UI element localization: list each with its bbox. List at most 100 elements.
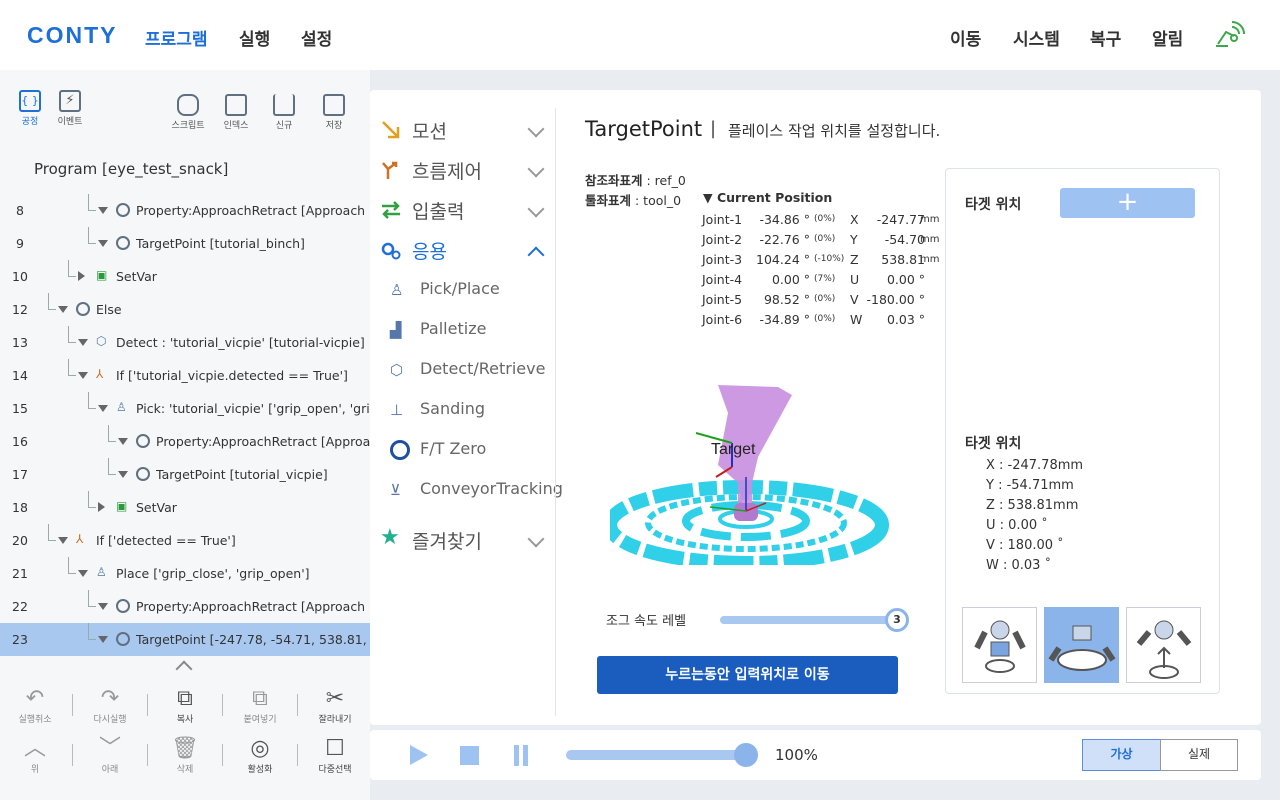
nav-settings[interactable]: 설정 bbox=[301, 25, 332, 50]
gripper-thumb-release[interactable] bbox=[1126, 607, 1201, 683]
row-label: TargetPoint [tutorial_vicpie] bbox=[156, 467, 328, 482]
category-app[interactable]: 응용 bbox=[380, 237, 550, 267]
program-row[interactable]: 23 TargetPoint [-247.78, -54.71, 538.81, … bbox=[0, 623, 370, 656]
palletize-icon: ▟ bbox=[390, 321, 402, 339]
joint-percent: (0%) bbox=[814, 214, 836, 224]
redo-button[interactable]: ↷ 다시실행 bbox=[80, 686, 140, 725]
expand-down-icon[interactable] bbox=[98, 603, 108, 610]
toggle-active-button[interactable]: ◎ 활성화 bbox=[230, 736, 290, 775]
speed-slider[interactable] bbox=[566, 750, 746, 760]
tree-line bbox=[68, 342, 76, 343]
expand-down-icon[interactable] bbox=[118, 471, 128, 478]
expand-down-icon[interactable] bbox=[98, 636, 108, 643]
current-position-toggle[interactable]: ▼ Current Position bbox=[703, 190, 832, 205]
cartesian-value: -54.70 bbox=[884, 232, 925, 247]
expand-down-icon[interactable] bbox=[78, 570, 88, 577]
stop-icon[interactable] bbox=[460, 746, 479, 765]
expand-right-icon[interactable] bbox=[78, 271, 85, 281]
mode-virtual-button[interactable]: 가상 bbox=[1082, 739, 1161, 771]
tab-process[interactable]: { } 공정 bbox=[16, 90, 44, 127]
tree-line bbox=[68, 260, 69, 277]
expand-down-icon[interactable] bbox=[98, 405, 108, 412]
program-row[interactable]: 15 ♙ Pick: 'tutorial_vicpie' ['grip_open',… bbox=[0, 392, 370, 425]
save-button[interactable]: 저장 bbox=[314, 94, 354, 131]
undo-button[interactable]: ↶ 실행취소 bbox=[5, 686, 65, 725]
nav-recovery[interactable]: 복구 bbox=[1090, 25, 1121, 50]
expand-down-icon[interactable] bbox=[98, 207, 108, 214]
tree-line bbox=[88, 194, 89, 211]
nav-program[interactable]: 프로그램 bbox=[145, 25, 208, 50]
new-button[interactable]: 신규 bbox=[264, 94, 304, 131]
chevron-down-icon bbox=[527, 160, 545, 178]
program-row[interactable]: 20 ⅄ If ['detected == True'] bbox=[0, 524, 370, 557]
nav-run[interactable]: 실행 bbox=[239, 25, 270, 50]
program-row[interactable]: 21 ♙ Place ['grip_close', 'grip_open'] bbox=[0, 557, 370, 590]
program-row[interactable]: 22 Property:ApproachRetract [Approach : 1… bbox=[0, 590, 370, 623]
expand-right-icon[interactable] bbox=[98, 502, 105, 512]
program-row[interactable]: 18 ▣ SetVar bbox=[0, 491, 370, 524]
cartesian-axis: U bbox=[850, 272, 860, 287]
index-button[interactable]: 인덱스 bbox=[216, 94, 256, 131]
row-label: Detect : 'tutorial_vicpie' [tutorial-vic… bbox=[116, 335, 365, 350]
nav-alarm[interactable]: 알림 bbox=[1152, 25, 1183, 50]
program-row[interactable]: 13 ⬡ Detect : 'tutorial_vicpie' [tutorial-… bbox=[0, 326, 370, 359]
expand-down-icon[interactable] bbox=[58, 537, 68, 544]
nav-move[interactable]: 이동 bbox=[950, 25, 981, 50]
play-icon[interactable] bbox=[410, 745, 428, 765]
star-icon: ★ bbox=[380, 525, 400, 550]
delete-button[interactable]: 🗑 삭제 bbox=[155, 736, 215, 775]
robot-3d-viewer[interactable]: Target bbox=[610, 365, 890, 565]
program-row[interactable]: 12 Else bbox=[0, 293, 370, 326]
jog-speed-handle[interactable]: 3 bbox=[885, 608, 909, 632]
row-label: Property:ApproachRetract [Approach : 10 bbox=[136, 599, 370, 614]
expand-down-icon[interactable] bbox=[118, 438, 128, 445]
speed-slider-handle[interactable] bbox=[734, 743, 758, 767]
undo-icon: ↶ bbox=[25, 686, 45, 711]
property-circle-icon bbox=[116, 632, 130, 646]
expand-down-icon[interactable] bbox=[58, 306, 68, 313]
jog-speed-slider[interactable] bbox=[720, 616, 908, 624]
move-up-button[interactable]: ︿ 위 bbox=[5, 736, 65, 775]
tree-line bbox=[88, 408, 96, 409]
target-w: W : 0.03 ˚ bbox=[986, 558, 1052, 573]
program-row[interactable]: 9 TargetPoint [tutorial_binch] bbox=[0, 227, 370, 260]
gripper-thumb-pick[interactable] bbox=[962, 607, 1037, 683]
mode-real-button[interactable]: 실제 bbox=[1160, 739, 1238, 771]
program-row[interactable]: 17 TargetPoint [tutorial_vicpie] bbox=[0, 458, 370, 491]
cut-button[interactable]: ✂ 잘라내기 bbox=[305, 686, 365, 725]
robot-connection-icon[interactable] bbox=[1212, 18, 1248, 52]
conveyor-label: ConveyorTracking bbox=[420, 479, 563, 498]
expand-down-icon[interactable] bbox=[78, 372, 88, 379]
category-io[interactable]: 입출력 bbox=[380, 197, 550, 227]
tab-event[interactable]: ⚡ 이벤트 bbox=[56, 90, 84, 127]
paste-button[interactable]: ⧉ 붙여넣기 bbox=[230, 686, 290, 725]
row-label: SetVar bbox=[116, 269, 157, 284]
expand-down-icon[interactable] bbox=[98, 240, 108, 247]
move-down-button[interactable]: ﹀ 아래 bbox=[80, 736, 140, 775]
expand-down-icon[interactable] bbox=[78, 339, 88, 346]
divider bbox=[147, 744, 148, 766]
pause-icon[interactable] bbox=[514, 745, 519, 766]
category-flow[interactable]: 흐름제어 bbox=[380, 157, 550, 187]
row-label: Place ['grip_close', 'grip_open'] bbox=[116, 566, 310, 581]
pick-place-icon: ♙ bbox=[390, 281, 404, 299]
script-button[interactable]: 스크립트 bbox=[168, 94, 208, 131]
program-row[interactable]: 16 Property:ApproachRetract [Approach bbox=[0, 425, 370, 458]
nav-system[interactable]: 시스템 bbox=[1013, 25, 1060, 50]
program-row[interactable]: 8 Property:ApproachRetract [Approach : 10 bbox=[0, 194, 370, 227]
logo: CONTY bbox=[27, 22, 118, 48]
chevron-down-icon bbox=[527, 200, 545, 218]
multi-select-button[interactable]: ☐ 다중선택 bbox=[305, 736, 365, 775]
place-icon: ♙ bbox=[96, 565, 107, 579]
command-panel: 모션 흐름제어 입출력 응용 ♙ Pick/Place ▟ Palletize ⬡ D… bbox=[370, 90, 1261, 725]
program-row[interactable]: 14 ⅄ If ['tutorial_vicpie.detected == True… bbox=[0, 359, 370, 392]
add-target-button[interactable]: + bbox=[1060, 188, 1195, 218]
category-favorites[interactable]: ★ 즐겨찾기 bbox=[380, 525, 550, 557]
pause-icon-bar bbox=[523, 745, 528, 766]
joint-name: Joint-4 bbox=[702, 272, 743, 287]
copy-button[interactable]: ⧉ 복사 bbox=[155, 686, 215, 725]
move-to-target-button[interactable]: 누르는동안 입력위치로 이동 bbox=[597, 656, 898, 694]
gripper-thumb-place[interactable] bbox=[1044, 607, 1119, 683]
program-row[interactable]: 10 ▣ SetVar bbox=[0, 260, 370, 293]
category-motion[interactable]: 모션 bbox=[380, 117, 550, 147]
